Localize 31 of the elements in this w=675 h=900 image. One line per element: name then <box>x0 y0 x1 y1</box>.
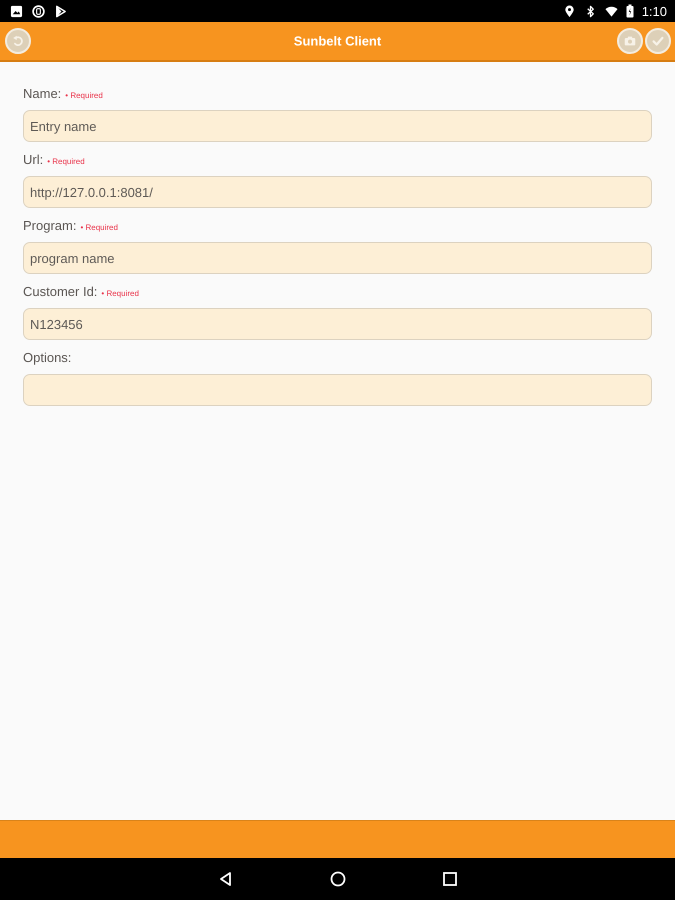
input-field[interactable]: http://127.0.0.1:8081/ <box>23 176 652 208</box>
input-field[interactable]: Entry name <box>23 110 652 142</box>
app-title: Sunbelt Client <box>294 34 382 48</box>
input-field[interactable]: N123456 <box>23 308 652 340</box>
back-button[interactable] <box>5 28 31 54</box>
field-label: Url: <box>23 152 44 167</box>
undo-icon <box>11 34 25 48</box>
input-field[interactable]: program name <box>23 242 652 274</box>
input-field[interactable] <box>23 374 652 406</box>
field-label: Options: <box>23 350 72 365</box>
status-time: 1:10 <box>642 4 667 18</box>
field-label: Customer Id: <box>23 284 98 299</box>
field-label: Name: <box>23 86 62 101</box>
battery-icon <box>626 4 634 18</box>
recents-icon[interactable] <box>442 871 458 887</box>
ring-icon <box>32 4 45 18</box>
camera-button[interactable] <box>617 28 643 54</box>
back-icon[interactable] <box>218 871 234 887</box>
image-icon <box>10 4 23 18</box>
required-marker: • Required <box>47 157 85 166</box>
wifi-icon <box>604 4 618 18</box>
confirm-button[interactable] <box>645 28 671 54</box>
play-icon <box>54 4 67 18</box>
location-pin-icon <box>562 4 576 18</box>
required-marker: • Required <box>80 223 118 232</box>
camera-icon <box>623 34 637 48</box>
required-marker: • Required <box>65 91 103 100</box>
field-label: Program: <box>23 218 76 233</box>
check-icon <box>651 34 665 48</box>
required-marker: • Required <box>101 289 139 298</box>
home-icon[interactable] <box>330 871 346 887</box>
